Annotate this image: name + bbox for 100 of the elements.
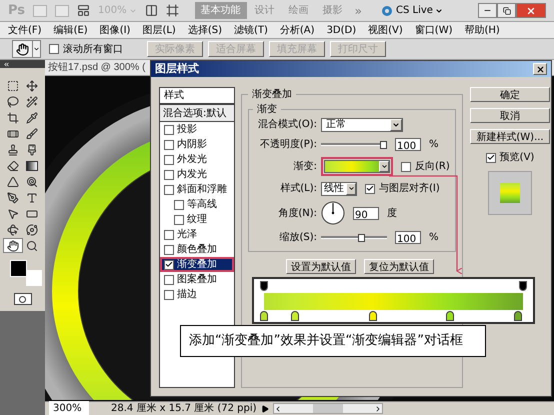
view-extras-icon[interactable]: [77, 4, 90, 17]
blend-mode-select[interactable]: 正常: [321, 118, 403, 132]
slider-thumb[interactable]: [380, 140, 387, 148]
style-select[interactable]: 线性: [321, 182, 357, 196]
menu-item[interactable]: 文件(F): [8, 22, 42, 38]
effect-item[interactable]: 渐变叠加: [160, 257, 234, 272]
zoom-field[interactable]: 300%: [49, 401, 89, 415]
opacity-input[interactable]: 100: [395, 138, 421, 151]
checkbox[interactable]: [401, 162, 411, 172]
menu-item[interactable]: 选择(S): [188, 22, 222, 38]
color-stop[interactable]: [291, 311, 300, 321]
effect-label: 渐变叠加: [177, 258, 217, 272]
checkbox-label: 反向(R): [415, 160, 450, 174]
color-stop[interactable]: [260, 311, 268, 321]
checkbox[interactable]: [486, 152, 496, 162]
field-label: 混合模式(O):: [256, 118, 317, 132]
effect-label: 光泽: [177, 228, 197, 242]
text-icon: [26, 192, 38, 204]
dialog-button[interactable]: 新建样式(W)...: [470, 129, 550, 144]
caret-icon: [348, 185, 354, 192]
checkbox[interactable]: [164, 170, 174, 180]
effect-label: 外发光: [177, 152, 207, 167]
menu-item[interactable]: 窗口(W): [414, 22, 452, 38]
checkbox[interactable]: [164, 274, 174, 284]
checkbox[interactable]: [164, 140, 174, 150]
checkbox-label: 与图层对齐(I): [379, 182, 440, 196]
menu-item[interactable]: 帮助(H): [464, 22, 500, 38]
angle-input[interactable]: 90: [353, 206, 379, 220]
effect-item[interactable]: 等高线: [160, 197, 234, 212]
effect-item[interactable]: 图案叠加: [160, 272, 234, 287]
checkbox[interactable]: [49, 44, 59, 54]
effect-item[interactable]: 颜色叠加: [160, 242, 234, 257]
menu-item[interactable]: 3D(D): [326, 22, 356, 38]
minimize-button[interactable]: [478, 3, 497, 18]
eraser-icon: [6, 160, 19, 172]
effect-item[interactable]: 投影: [160, 122, 234, 137]
close-icon: [526, 6, 536, 16]
restore-button[interactable]: [497, 3, 516, 18]
effect-item[interactable]: 纹理: [160, 212, 234, 227]
checkbox[interactable]: [164, 124, 174, 134]
quick-mask-button[interactable]: [14, 293, 32, 305]
document-title: 按钮17.psd @ 300% (: [48, 60, 146, 75]
checkbox[interactable]: [164, 290, 174, 300]
checkbox[interactable]: [174, 200, 184, 210]
hand-tool[interactable]: [3, 238, 22, 253]
checkbox[interactable]: [164, 154, 174, 164]
menu-item[interactable]: 分析(A): [280, 22, 315, 38]
menu-item[interactable]: 视图(V): [368, 22, 403, 38]
screen-mode-icon[interactable]: [166, 4, 179, 17]
checkbox[interactable]: [164, 244, 174, 254]
gradient-picker[interactable]: [324, 160, 390, 173]
blend-options-item[interactable]: 混合选项:默认: [160, 105, 234, 122]
menu-item[interactable]: 编辑(E): [54, 22, 88, 38]
tool-preset-picker[interactable]: [12, 40, 41, 58]
color-stop[interactable]: [514, 311, 522, 321]
effect-item[interactable]: 内阴影: [160, 137, 234, 152]
effect-item[interactable]: 描边: [160, 287, 234, 302]
dialog-button[interactable]: 取消: [470, 108, 550, 123]
scale-input[interactable]: 100: [395, 231, 421, 244]
menu-item[interactable]: 图像(I): [100, 22, 130, 38]
default-button[interactable]: 设置为默认值: [286, 259, 356, 274]
callout-text: 添加“渐变叠加”效果并设置“渐变编辑器”对话框: [189, 332, 463, 350]
lollipop-icon: [26, 176, 38, 188]
menu-item[interactable]: 图层(L): [142, 22, 176, 38]
restore-icon: [502, 6, 510, 14]
checkbox[interactable]: [164, 230, 174, 240]
crop-icon: [6, 112, 19, 124]
angle-dial[interactable]: [321, 201, 345, 225]
opacity-stop-icon: [519, 281, 527, 291]
brush-icon: [26, 128, 38, 140]
checkbox[interactable]: [174, 214, 184, 224]
effect-item[interactable]: 外发光: [160, 152, 234, 167]
effect-item[interactable]: 光泽: [160, 227, 234, 242]
caret-icon: [434, 6, 443, 14]
color-stop[interactable]: [368, 311, 377, 321]
close-icon: [536, 64, 544, 74]
triangle-icon: [6, 176, 19, 188]
group-title: 渐变叠加: [251, 88, 293, 102]
arrange-documents-icon[interactable]: [144, 4, 158, 17]
cs-live-menu[interactable]: CS Live: [396, 3, 443, 18]
effect-label: 颜色叠加: [177, 242, 217, 257]
play-icon[interactable]: [260, 404, 269, 412]
slider-thumb[interactable]: [358, 234, 366, 242]
dialog-button[interactable]: 确定: [470, 87, 550, 102]
default-button[interactable]: 复位为默认值: [364, 259, 434, 274]
effect-item[interactable]: 斜面和浮雕: [160, 182, 234, 197]
pointer-icon: [6, 208, 19, 220]
color-stop[interactable]: [446, 311, 454, 321]
effect-label: 内发光: [177, 168, 207, 182]
checkbox[interactable]: [164, 184, 174, 194]
collapse-icon[interactable]: [3, 60, 10, 68]
slider-track[interactable]: [321, 140, 387, 150]
checkbox[interactable]: [164, 260, 174, 270]
menu-item[interactable]: 滤镜(T): [234, 22, 268, 38]
preview-swatch: [500, 183, 520, 203]
horizontal-scrollbar[interactable]: [272, 403, 383, 414]
effect-item[interactable]: 内发光: [160, 167, 234, 182]
dialog-title: 图层样式: [155, 60, 199, 77]
checkbox[interactable]: [365, 184, 375, 194]
slider-track[interactable]: [321, 232, 387, 242]
